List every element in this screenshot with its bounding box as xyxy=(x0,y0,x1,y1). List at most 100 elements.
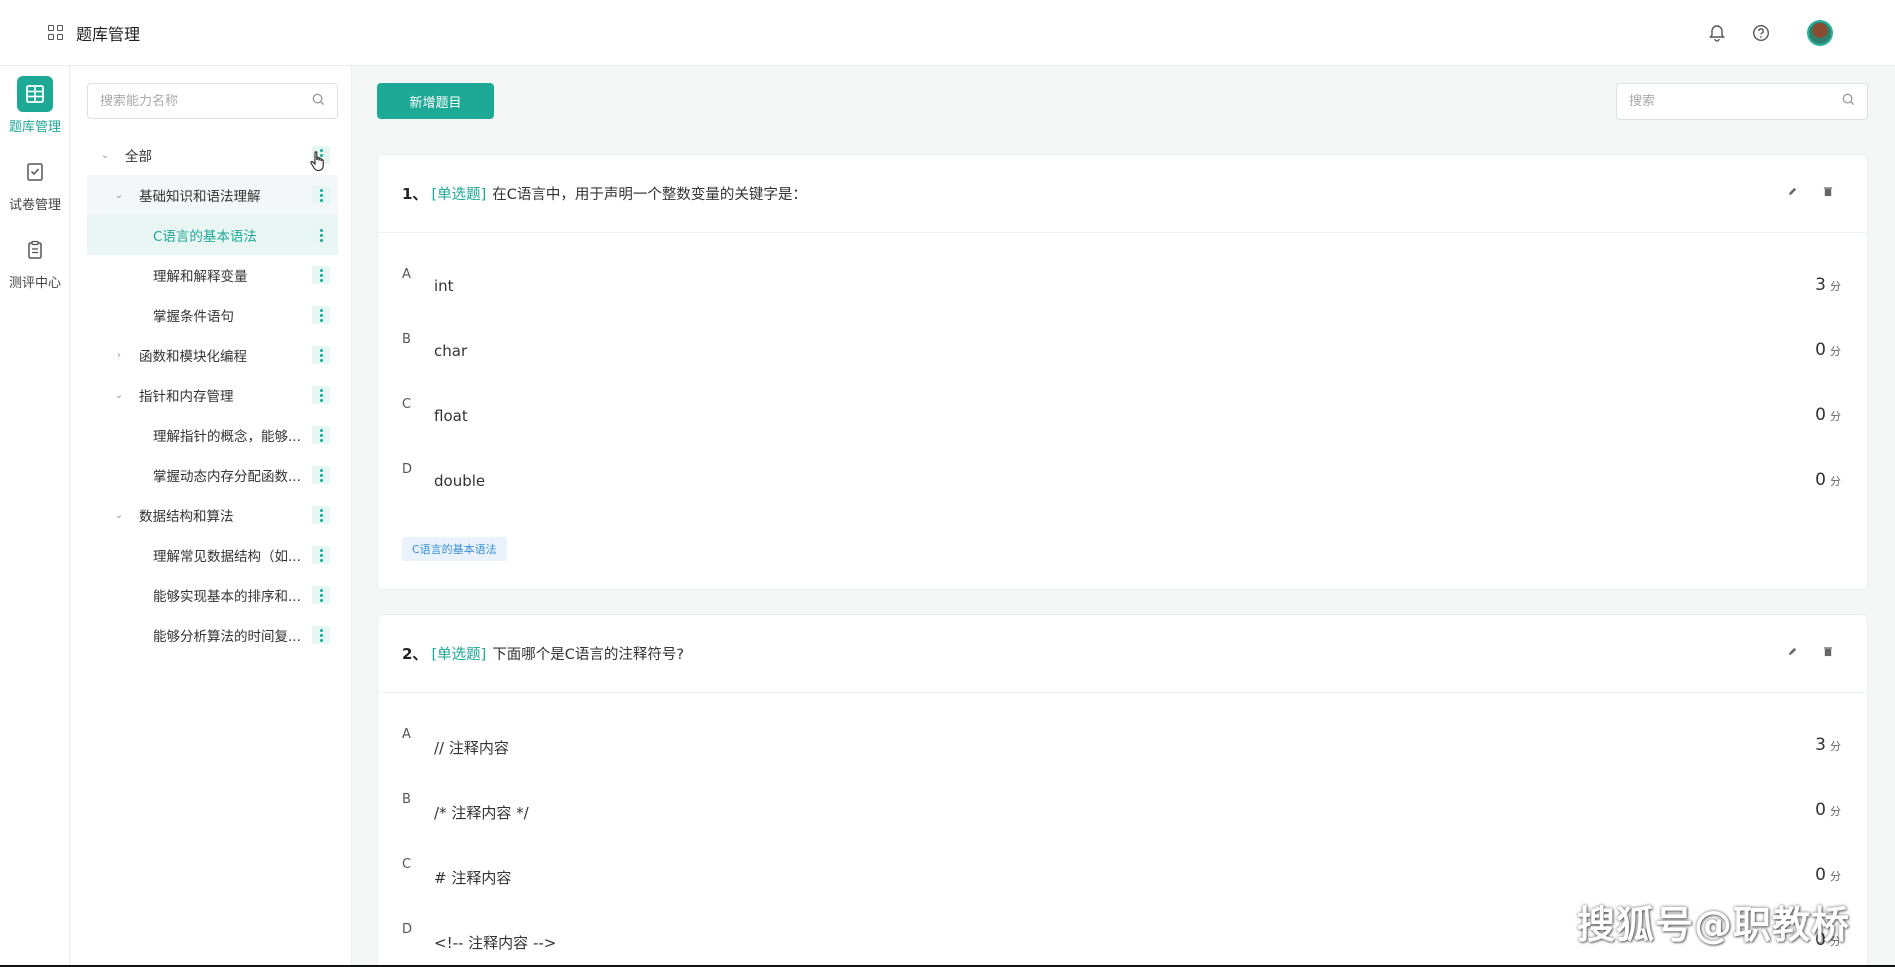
delete-trash-icon[interactable] xyxy=(1821,644,1835,658)
table-icon xyxy=(17,75,53,112)
edit-pencil-icon[interactable] xyxy=(1785,644,1799,658)
tree-node-label: 指针和内存管理 xyxy=(139,389,234,405)
tree-node-label: 理解指针的概念，能够... xyxy=(153,429,301,445)
edit-pencil-icon[interactable] xyxy=(1785,184,1799,198)
add-question-button[interactable]: 新增题目 xyxy=(377,83,494,119)
score-unit: 分 xyxy=(1830,280,1841,293)
option-score: 0分 xyxy=(1815,865,1841,885)
more-vertical-icon[interactable] xyxy=(312,466,330,484)
tree-node-c-syntax[interactable]: C语言的基本语法 xyxy=(87,215,338,255)
chevron-right-icon[interactable]: › xyxy=(113,350,125,361)
help-icon[interactable] xyxy=(1749,21,1773,45)
chevron-down-icon[interactable]: ⌄ xyxy=(99,150,111,161)
rail-item-label: 测评中心 xyxy=(8,275,61,291)
option-row: B char 0分 xyxy=(378,316,1867,381)
tree-node-conditionals[interactable]: 掌握条件语句 xyxy=(87,295,338,335)
app-title: 题库管理 xyxy=(76,24,141,44)
tree-node-label: 理解常见数据结构（如... xyxy=(153,549,301,565)
tree-node-label: 基础知识和语法理解 xyxy=(139,189,261,205)
rail-item-question-bank[interactable]: 题库管理 xyxy=(0,66,70,144)
score-value: 3 xyxy=(1815,275,1826,295)
option-text: # 注释内容 xyxy=(434,869,512,887)
tree-node-sorting[interactable]: 能够实现基本的排序和... xyxy=(87,575,338,615)
more-vertical-icon[interactable] xyxy=(312,386,330,404)
rail-item-paper-management[interactable]: 试卷管理 xyxy=(0,144,70,222)
question-number: 2、 xyxy=(402,645,428,663)
tree-node-pointers[interactable]: ⌄ 指针和内存管理 xyxy=(87,375,338,415)
score-value: 0 xyxy=(1815,470,1826,490)
tree-node-label: 掌握条件语句 xyxy=(153,309,234,325)
option-letter: D xyxy=(402,462,413,477)
score-unit: 分 xyxy=(1830,805,1841,818)
more-vertical-icon[interactable] xyxy=(312,586,330,604)
tree-node-common-ds[interactable]: 理解常见数据结构（如... xyxy=(87,535,338,575)
tree-node-variables[interactable]: 理解和解释变量 xyxy=(87,255,338,295)
chevron-down-icon[interactable]: ⌄ xyxy=(113,510,125,521)
question-search-input[interactable] xyxy=(1629,94,1842,109)
option-letter: D xyxy=(402,922,413,937)
more-vertical-icon[interactable] xyxy=(312,186,330,204)
tree-node-label: 数据结构和算法 xyxy=(139,509,234,525)
option-text: // 注释内容 xyxy=(434,739,509,757)
rail-item-label: 试卷管理 xyxy=(8,197,61,213)
tree-node-pointer-concept[interactable]: 理解指针的概念，能够... xyxy=(87,415,338,455)
option-text: int xyxy=(434,277,454,295)
more-vertical-icon[interactable] xyxy=(312,266,330,284)
clipboard-icon xyxy=(17,232,53,268)
tree-node-all[interactable]: ⌄ 全部 xyxy=(87,135,338,175)
chevron-down-icon[interactable]: ⌄ xyxy=(113,390,125,401)
avatar[interactable] xyxy=(1807,20,1833,46)
tree-node-label: C语言的基本语法 xyxy=(153,229,257,245)
delete-trash-icon[interactable] xyxy=(1821,184,1835,198)
score-value: 0 xyxy=(1815,340,1826,360)
option-row: A int 3分 xyxy=(378,251,1867,316)
options-list: A int 3分 B char 0分 C float 0分 D double 0… xyxy=(378,233,1867,511)
question-card: 1、 [单选题] 在C语言中，用于声明一个整数变量的关键字是： A int 3分… xyxy=(377,154,1868,590)
tree-node-label: 掌握动态内存分配函数... xyxy=(153,469,301,485)
score-unit: 分 xyxy=(1830,740,1841,753)
option-text: char xyxy=(434,342,468,360)
more-vertical-icon[interactable] xyxy=(312,426,330,444)
option-letter: B xyxy=(402,792,411,807)
left-rail: 题库管理 试卷管理 测评中心 xyxy=(0,66,70,967)
tree-node-dynamic-memory[interactable]: 掌握动态内存分配函数... xyxy=(87,455,338,495)
question-search-box xyxy=(1616,83,1868,120)
option-score: 3分 xyxy=(1815,735,1841,755)
more-vertical-icon[interactable] xyxy=(312,546,330,564)
search-icon[interactable] xyxy=(312,93,325,110)
option-row: A // 注释内容 3分 xyxy=(378,711,1867,776)
option-text: double xyxy=(434,472,486,490)
tree-node-label: 能够实现基本的排序和... xyxy=(153,589,301,605)
option-text: /* 注释内容 */ xyxy=(434,804,529,822)
bell-icon[interactable] xyxy=(1705,21,1729,45)
hand-cursor-icon xyxy=(309,150,327,176)
ability-search-input[interactable] xyxy=(100,93,312,109)
option-text: float xyxy=(434,407,468,425)
search-icon[interactable] xyxy=(1842,93,1855,110)
score-unit: 分 xyxy=(1830,410,1841,423)
more-vertical-icon[interactable] xyxy=(312,306,330,324)
more-vertical-icon[interactable] xyxy=(312,506,330,524)
more-vertical-icon[interactable] xyxy=(312,226,330,244)
question-number: 1、 xyxy=(402,185,428,203)
tree-node-label: 能够分析算法的时间复... xyxy=(153,629,301,645)
rail-item-assessment-center[interactable]: 测评中心 xyxy=(0,222,70,300)
option-score: 0分 xyxy=(1815,405,1841,425)
score-unit: 分 xyxy=(1830,475,1841,488)
ability-tree: ⌄ 全部 ⌄ 基础知识和语法理解 C语言的基本语法 理解和解释变量 掌握条件语句… xyxy=(87,135,338,655)
option-letter: C xyxy=(402,857,412,872)
tree-node-data-structures[interactable]: ⌄ 数据结构和算法 xyxy=(87,495,338,535)
more-vertical-icon[interactable] xyxy=(312,626,330,644)
top-bar: 题库管理 xyxy=(0,0,1895,66)
chevron-down-icon[interactable]: ⌄ xyxy=(113,190,125,201)
tree-node-complexity[interactable]: 能够分析算法的时间复... xyxy=(87,615,338,655)
question-type: [单选题] xyxy=(431,647,487,663)
option-letter: B xyxy=(402,332,411,347)
question-actions xyxy=(1785,184,1835,198)
option-score: 0分 xyxy=(1815,800,1841,820)
more-vertical-icon[interactable] xyxy=(312,346,330,364)
tree-node-functions[interactable]: › 函数和模块化编程 xyxy=(87,335,338,375)
score-unit: 分 xyxy=(1830,870,1841,883)
tree-node-basics[interactable]: ⌄ 基础知识和语法理解 xyxy=(87,175,338,215)
apps-grid-icon[interactable] xyxy=(48,24,64,41)
